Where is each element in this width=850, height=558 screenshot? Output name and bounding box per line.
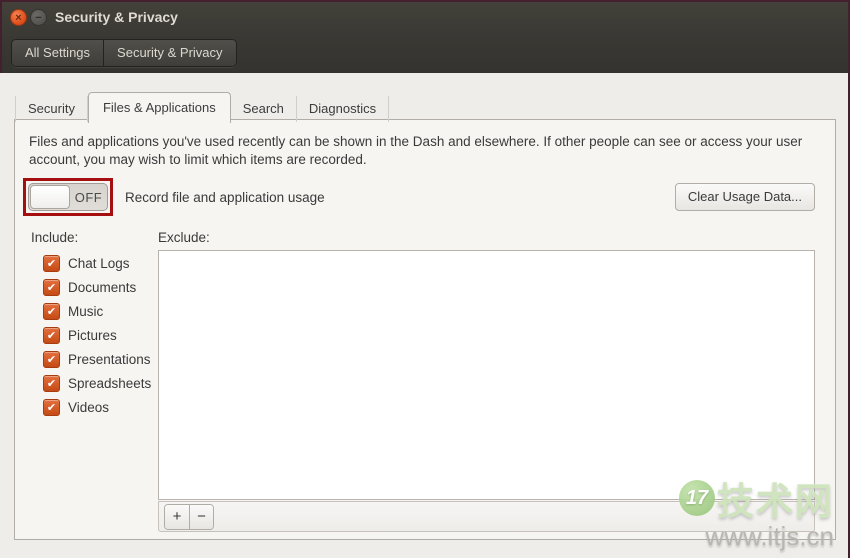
window-title: Security & Privacy <box>55 2 178 32</box>
check-icon: ✔ <box>47 401 56 414</box>
add-exclude-button[interactable]: + <box>165 505 189 529</box>
record-usage-toggle[interactable]: OFF <box>28 183 108 211</box>
clear-usage-data-button[interactable]: Clear Usage Data... <box>675 183 815 211</box>
toggle-state-label: OFF <box>70 190 107 205</box>
tab-diagnostics[interactable]: Diagnostics <box>297 96 389 122</box>
exclude-label: Exclude: <box>158 230 815 245</box>
include-item-pictures: ✔ Pictures <box>43 327 157 344</box>
window-header: × − Security & Privacy All Settings Secu… <box>0 2 848 73</box>
checkbox-spreadsheets[interactable]: ✔ <box>43 375 60 392</box>
breadcrumb: All Settings Security & Privacy <box>11 39 237 67</box>
check-icon: ✔ <box>47 353 56 366</box>
include-item-music: ✔ Music <box>43 303 157 320</box>
description-text: Files and applications you've used recen… <box>29 133 821 169</box>
include-label: Include: <box>31 230 157 245</box>
security-privacy-window: × − Security & Privacy All Settings Secu… <box>0 0 850 558</box>
include-exclude-columns: Include: ✔ Chat Logs ✔ Documents ✔ Music… <box>29 230 815 532</box>
exclude-section: Exclude: + − <box>158 230 815 532</box>
include-item-documents: ✔ Documents <box>43 279 157 296</box>
checkbox-documents[interactable]: ✔ <box>43 279 60 296</box>
checkbox-music[interactable]: ✔ <box>43 303 60 320</box>
check-icon: ✔ <box>47 329 56 342</box>
check-icon: ✔ <box>47 305 56 318</box>
check-icon: ✔ <box>47 257 56 270</box>
exclude-toolbar: + − <box>158 501 815 532</box>
toggle-knob[interactable] <box>30 185 70 209</box>
close-button[interactable]: × <box>10 9 27 26</box>
checkbox-chat-logs[interactable]: ✔ <box>43 255 60 272</box>
breadcrumb-all-settings[interactable]: All Settings <box>12 40 103 66</box>
tab-security[interactable]: Security <box>15 96 88 122</box>
titlebar: × − Security & Privacy <box>2 2 848 32</box>
check-icon: ✔ <box>47 377 56 390</box>
close-icon: × <box>15 12 21 24</box>
checkbox-presentations[interactable]: ✔ <box>43 351 60 368</box>
minimize-icon: − <box>35 12 41 24</box>
exclude-toolbar-buttons: + − <box>164 504 214 530</box>
minimize-button[interactable]: − <box>30 9 47 26</box>
tab-files-applications[interactable]: Files & Applications <box>88 92 231 123</box>
include-section: Include: ✔ Chat Logs ✔ Documents ✔ Music… <box>29 230 157 532</box>
include-item-presentations: ✔ Presentations <box>43 351 157 368</box>
include-item-chat-logs: ✔ Chat Logs <box>43 255 157 272</box>
tab-search[interactable]: Search <box>231 96 297 122</box>
record-usage-label: Record file and application usage <box>125 190 325 205</box>
breadcrumb-security-privacy[interactable]: Security & Privacy <box>103 40 235 66</box>
checkbox-pictures[interactable]: ✔ <box>43 327 60 344</box>
checkbox-videos[interactable]: ✔ <box>43 399 60 416</box>
remove-exclude-button[interactable]: − <box>189 505 213 529</box>
record-usage-row: OFF Record file and application usage Cl… <box>23 178 815 216</box>
highlight-annotation: OFF <box>23 178 113 216</box>
files-applications-panel: Files and applications you've used recen… <box>14 119 836 540</box>
check-icon: ✔ <box>47 281 56 294</box>
tab-bar: Security Files & Applications Search Dia… <box>15 92 389 122</box>
include-item-spreadsheets: ✔ Spreadsheets <box>43 375 157 392</box>
include-item-videos: ✔ Videos <box>43 399 157 416</box>
exclude-list[interactable] <box>158 250 815 500</box>
